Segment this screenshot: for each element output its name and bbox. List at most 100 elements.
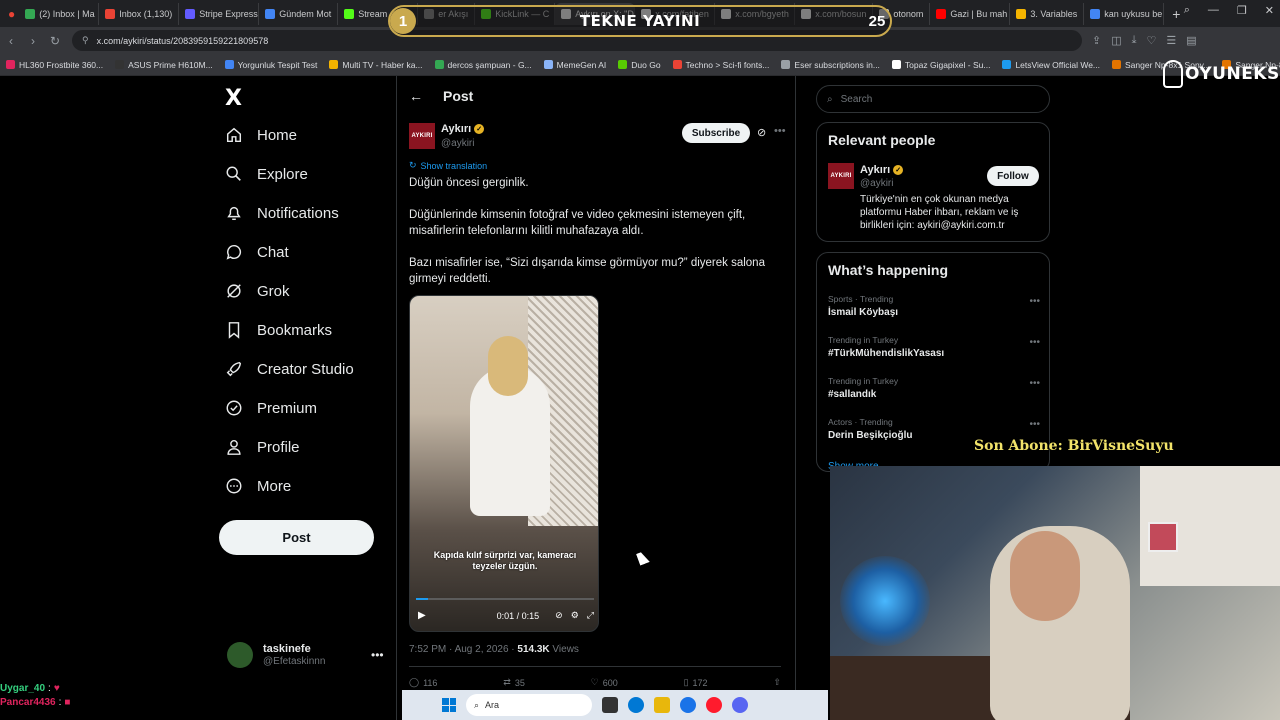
nav-item-explore[interactable]: Explore — [225, 165, 308, 183]
browser-tab[interactable]: Inbox (1,130) — [99, 2, 180, 25]
bookmark-label: Duo Go — [631, 59, 661, 70]
bookmark-count: 172 — [692, 677, 708, 688]
settings-icon[interactable]: ⚙ — [571, 610, 579, 621]
show-translation-link[interactable]: ↻ Show translation — [409, 160, 487, 171]
share-button[interactable]: ⇧ — [773, 677, 781, 688]
bookmark-item[interactable]: LetsView Official We... — [1002, 60, 1100, 70]
bookmark-favicon-icon — [618, 60, 628, 69]
forward-icon[interactable]: › — [22, 34, 44, 48]
nav-item-label: Home — [257, 126, 298, 144]
bookmark-favicon-icon — [1112, 60, 1122, 69]
bookmark-item[interactable]: Eser subscriptions in... — [781, 60, 880, 70]
post-author[interactable]: AYKIRI Aykırı ✓ @aykiri — [409, 123, 485, 149]
tab-favicon-icon — [344, 8, 355, 19]
trend-more-icon[interactable]: ••• — [1029, 378, 1040, 389]
nav-item-profile[interactable]: Profile — [225, 438, 300, 456]
edge-icon[interactable] — [628, 697, 644, 713]
trend-item[interactable]: Sports · Trending İsmail Köybaşı ••• — [828, 294, 1040, 318]
post-more-icon[interactable]: ••• — [774, 125, 786, 137]
trend-more-icon[interactable]: ••• — [1029, 337, 1040, 348]
trend-topic: İsmail Köybaşı — [828, 307, 899, 318]
bookmark-item[interactable]: dercos şampuan - G... — [434, 60, 532, 70]
task-view-icon[interactable] — [602, 697, 618, 713]
menu-icon[interactable]: ☰ — [1166, 34, 1176, 47]
minimize-button[interactable]: — — [1208, 4, 1219, 17]
trend-more-icon[interactable]: ••• — [1029, 419, 1040, 430]
back-arrow-icon[interactable]: ← — [409, 88, 423, 104]
favorite-icon[interactable]: ♡ — [1147, 34, 1157, 47]
oyuneks-logo: OYUNEKS — [1163, 60, 1280, 88]
author-avatar[interactable]: AYKIRI — [409, 123, 435, 149]
fullscreen-icon[interactable]: ⤢ — [587, 610, 594, 621]
video-progress-bar[interactable] — [416, 598, 594, 600]
relevant-avatar[interactable]: AYKIRI — [828, 163, 854, 189]
discord-icon[interactable] — [732, 697, 748, 713]
opera-icon[interactable] — [706, 697, 722, 713]
translate-icon: ↻ — [409, 160, 417, 170]
browser-tab[interactable]: Stripe Express — [179, 2, 260, 25]
reload-icon[interactable]: ↻ — [44, 34, 66, 48]
bookmark-item[interactable]: Yorgunluk Tespit Test — [224, 60, 317, 70]
like-count: 600 — [602, 677, 618, 688]
repost-button[interactable]: ⇄ 35 — [503, 677, 525, 688]
bookmark-button[interactable]: ▯ 172 — [684, 677, 708, 688]
grok-explain-icon[interactable]: ⊘ — [757, 126, 766, 139]
views-label: Views — [549, 644, 579, 655]
relevant-name[interactable]: Aykırı — [860, 164, 890, 176]
browser-tab[interactable]: Gazi | Bu mah — [930, 2, 1011, 25]
screenshot-icon[interactable]: ◫ — [1111, 34, 1121, 47]
trend-item[interactable]: Trending in Turkey #TürkMühendislikYasası… — [828, 335, 1040, 359]
mute-icon[interactable]: ⊘ — [555, 610, 563, 621]
nav-item-home[interactable]: Home — [225, 126, 297, 144]
nav-item-grok[interactable]: Grok — [225, 282, 290, 300]
x-logo[interactable]: X — [225, 86, 242, 111]
like-button[interactable]: ♡ 600 — [591, 677, 618, 688]
oyuneks-wordmark: OYUNEKS — [1185, 64, 1280, 84]
nav-item-more[interactable]: More — [225, 477, 291, 495]
bookmark-item[interactable]: ASUS Prime H610M... — [115, 60, 213, 70]
reply-button[interactable]: ◯ 116 — [409, 677, 437, 688]
bookmark-item[interactable]: Techno > Sci-fi fonts... — [672, 60, 769, 70]
play-icon[interactable]: ▶ — [418, 610, 426, 621]
windows-start-icon[interactable] — [442, 698, 456, 712]
maximize-button[interactable]: ❐ — [1237, 4, 1247, 17]
browser-menu-icon[interactable]: ● — [4, 7, 19, 21]
bookmark-item[interactable]: Multi TV - Haber ka... — [329, 60, 423, 70]
sidebar-icon[interactable]: ▤ — [1186, 34, 1196, 47]
account-more-icon[interactable]: ••• — [371, 648, 384, 662]
tab-search-icon[interactable]: ⌕ — [1184, 4, 1190, 17]
chrome-icon[interactable] — [680, 697, 696, 713]
post-button[interactable]: Post — [219, 520, 374, 555]
nav-item-premium[interactable]: Premium — [225, 399, 317, 417]
file-explorer-icon[interactable] — [654, 697, 670, 713]
browser-tab[interactable]: Gündem Mot — [259, 2, 339, 25]
share-icon[interactable]: ⇪ — [1092, 34, 1101, 47]
bookmark-item[interactable]: Topaz Gigapixel - Su... — [891, 60, 990, 70]
taskbar-search[interactable]: ⌕ Ara — [466, 694, 592, 716]
subscribe-button[interactable]: Subscribe — [682, 123, 750, 143]
nav-item-creator-studio[interactable]: Creator Studio — [225, 360, 354, 378]
close-window-button[interactable]: ✕ — [1265, 4, 1274, 17]
back-icon[interactable]: ‹ — [0, 34, 22, 48]
browser-tab[interactable]: (2) Inbox | Ma — [19, 2, 100, 25]
nav-item-chat[interactable]: Chat — [225, 243, 289, 261]
bookmark-item[interactable]: Duo Go — [618, 59, 661, 70]
search-input[interactable]: ⌕ Search — [816, 85, 1050, 113]
follow-button[interactable]: Follow — [987, 166, 1039, 186]
video-player[interactable]: Kapıda kılıf sürprizi var, kameracı teyz… — [409, 295, 599, 632]
bookmark-favicon-icon — [672, 60, 682, 69]
nav-item-notifications[interactable]: Notifications — [225, 204, 339, 222]
browser-tab[interactable]: kan uykusu be — [1084, 2, 1165, 25]
download-icon[interactable]: ⤓ — [1132, 34, 1137, 47]
account-switcher[interactable]: taskinefe @Efetaskinnn — [227, 642, 325, 668]
author-name[interactable]: Aykırı — [441, 123, 471, 135]
post-timestamp[interactable]: 7:52 PM · Aug 2, 2026 · — [409, 644, 517, 655]
nav-item-bookmarks[interactable]: Bookmarks — [225, 321, 332, 339]
trend-context: Actors · Trending — [828, 417, 893, 427]
browser-tab[interactable]: 3. Variables — [1010, 2, 1085, 25]
trend-item[interactable]: Trending in Turkey #sallandık ••• — [828, 376, 1040, 400]
site-info-icon[interactable]: ⚲ — [82, 35, 89, 46]
bookmark-item[interactable]: HL360 Frostbite 360... — [6, 60, 103, 70]
trend-more-icon[interactable]: ••• — [1029, 296, 1040, 307]
bookmark-item[interactable]: MemeGen AI — [543, 60, 606, 70]
